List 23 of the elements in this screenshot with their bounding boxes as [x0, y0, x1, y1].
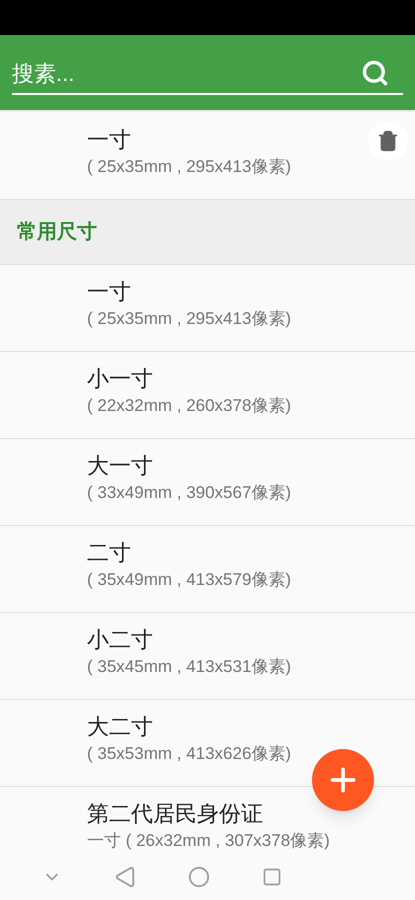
section-title: 常用尺寸 [17, 220, 97, 245]
item-title: 大二寸 [87, 713, 153, 741]
item-title: 小一寸 [87, 365, 153, 393]
item-subtitle: ( 33x49mm , 390x567像素) [87, 482, 292, 504]
search-icon[interactable] [361, 59, 389, 87]
item-title: 一寸 [87, 126, 131, 154]
delete-button[interactable] [368, 121, 408, 161]
item-subtitle: ( 35x49mm , 413x579像素) [87, 569, 292, 591]
trash-icon [377, 130, 399, 152]
item-subtitle: 一寸 ( 26x32mm , 307x378像素) [87, 830, 331, 852]
item-title: 小二寸 [87, 626, 153, 654]
home-icon[interactable] [188, 866, 210, 888]
back-icon[interactable] [114, 866, 136, 888]
item-title: 二寸 [87, 539, 131, 567]
item-subtitle: ( 25x35mm , 295x413像素) [87, 308, 292, 330]
item-subtitle: ( 22x32mm , 260x378像素) [87, 395, 292, 417]
item-subtitle: ( 25x35mm , 295x413像素) [87, 156, 292, 178]
item-subtitle: ( 35x45mm , 413x531像素) [87, 656, 292, 678]
item-title: 第二代居民身份证 [87, 800, 263, 828]
item-title: 大一寸 [87, 452, 153, 480]
item-subtitle: ( 35x53mm , 413x626像素) [87, 743, 292, 765]
item-title: 一寸 [87, 278, 131, 306]
recents-icon[interactable] [262, 867, 282, 887]
